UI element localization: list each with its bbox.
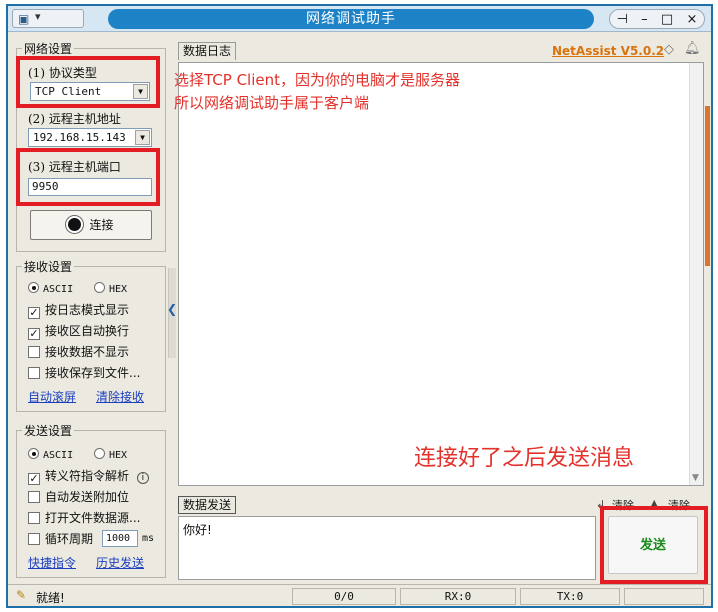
radio-selected-icon	[28, 448, 39, 459]
send-input-area[interactable]: 你好!	[178, 516, 596, 580]
send-option-escape-parse[interactable]: ✓ 转义符指令解析 i	[28, 468, 149, 485]
connect-label: 连接	[89, 218, 114, 232]
app-window: ▣ ▾ 网络调试助手 ⊣ – □ × 网络设置 (1) 协议类型 TCP Cli…	[6, 4, 713, 608]
receive-ascii-radio[interactable]: ASCII	[28, 280, 73, 296]
maximize-icon[interactable]: □	[661, 12, 673, 27]
send-option-label: 打开文件数据源...	[45, 511, 141, 525]
send-option-cycle[interactable]: 循环周期	[28, 531, 93, 547]
radio-selected-icon	[28, 282, 39, 293]
radio-unselected-icon	[94, 448, 105, 459]
annotation-line-2: 所以网络调试助手属于客户端	[174, 94, 370, 112]
send-settings-title: 发送设置	[22, 422, 75, 439]
title-bar: ▣ ▾ 网络调试助手 ⊣ – □ ×	[8, 6, 711, 32]
send-hex-label: HEX	[109, 450, 128, 461]
app-icon: ▣	[18, 12, 30, 26]
receive-option-auto-wrap[interactable]: ✓ 接收区自动换行	[28, 323, 130, 340]
receive-option-label: 接收数据不显示	[45, 345, 130, 359]
info-icon[interactable]: i	[136, 472, 149, 484]
checkbox-unchecked-icon	[28, 367, 40, 379]
scroll-down-icon[interactable]: ▼	[692, 473, 699, 483]
receive-scrollbar[interactable]: ▼	[689, 63, 703, 485]
checkbox-unchecked-icon	[28, 533, 40, 545]
brand-link[interactable]: NetAssist V5.0.2	[552, 44, 664, 58]
receive-option-label: 按日志模式显示	[45, 303, 130, 317]
tab-data-log[interactable]: 数据日志	[178, 42, 237, 60]
checkbox-checked-icon: ✓	[28, 327, 40, 340]
checkbox-checked-icon: ✓	[28, 306, 40, 319]
receive-option-hide-data[interactable]: 接收数据不显示	[28, 344, 129, 360]
checkbox-checked-icon: ✓	[28, 472, 40, 485]
bell-icon[interactable]: 🔔︎	[684, 41, 701, 56]
network-settings-title: 网络设置	[22, 40, 75, 57]
send-option-label: 自动发送附加位	[45, 490, 130, 504]
receive-log-panel[interactable]: ▼	[178, 62, 704, 486]
counter-cell: 0/0	[292, 588, 396, 605]
clear-receive-link[interactable]: 清除接收	[96, 388, 144, 405]
right-edge-bar	[705, 106, 710, 266]
status-icon: ✎	[16, 588, 27, 602]
checkbox-unchecked-icon	[28, 491, 40, 503]
receive-ascii-label: ASCII	[43, 284, 74, 295]
status-bar: ✎ 就绪! 0/0 RX:0 TX:0	[8, 584, 711, 606]
cycle-period-input[interactable]: 1000	[102, 530, 138, 547]
send-button-label: 发送	[639, 538, 666, 553]
radio-unselected-icon	[94, 282, 105, 293]
send-history-link[interactable]: 历史发送	[96, 554, 144, 571]
highlight-protocol	[16, 56, 160, 108]
checkbox-unchecked-icon	[28, 346, 40, 358]
receive-settings-title: 接收设置	[22, 258, 75, 275]
remote-host-value: 192.168.15.143	[33, 131, 126, 144]
send-ascii-label: ASCII	[43, 450, 74, 461]
checkbox-unchecked-icon	[28, 512, 40, 524]
receive-option-log-mode[interactable]: ✓ 按日志模式显示	[28, 302, 130, 319]
status-text: 就绪!	[36, 591, 65, 605]
auto-scroll-link[interactable]: 自动滚屏	[28, 388, 76, 405]
dropdown-arrow-icon[interactable]: ▼	[135, 130, 150, 145]
remote-host-select[interactable]: 192.168.15.143 ▼	[28, 128, 152, 147]
window-controls: ⊣ – □ ×	[609, 9, 705, 29]
collapse-arrow-icon[interactable]: ❮	[167, 302, 177, 316]
annotation-line-1: 选择TCP Client，因为你的电脑才是服务器	[174, 71, 460, 89]
receive-hex-label: HEX	[109, 284, 128, 295]
window-title: 网络调试助手	[108, 9, 594, 29]
system-menu-button[interactable]: ▣ ▾	[12, 9, 84, 28]
send-option-label: 转义符指令解析	[45, 469, 130, 483]
highlight-port	[16, 148, 160, 206]
tab-data-send[interactable]: 数据发送	[178, 496, 237, 514]
send-button[interactable]: 发送	[608, 516, 698, 574]
receive-option-label: 接收区自动换行	[45, 324, 130, 338]
send-hex-radio[interactable]: HEX	[94, 446, 127, 462]
cycle-label: 循环周期	[45, 532, 94, 546]
tx-counter[interactable]: TX:0	[520, 588, 620, 605]
diamond-icon[interactable]: ◇	[664, 42, 674, 57]
minimize-icon[interactable]: –	[641, 12, 648, 27]
shortcut-commands-link[interactable]: 快捷指令	[28, 554, 76, 571]
send-option-append-bits[interactable]: 自动发送附加位	[28, 489, 129, 505]
close-icon[interactable]: ×	[686, 12, 697, 27]
receive-option-save-file[interactable]: 接收保存到文件...	[28, 365, 140, 381]
send-message-text: 你好!	[183, 523, 212, 537]
rx-counter[interactable]: RX:0	[400, 588, 516, 605]
reset-counter-cell[interactable]	[624, 588, 704, 605]
receive-option-label: 接收保存到文件...	[45, 366, 141, 380]
pin-icon[interactable]: ⊣	[617, 12, 628, 27]
receive-hex-radio[interactable]: HEX	[94, 280, 127, 296]
send-ascii-radio[interactable]: ASCII	[28, 446, 73, 462]
cycle-unit: ms	[142, 533, 155, 544]
remote-host-label: (2) 远程主机地址	[28, 112, 121, 126]
send-option-file-source[interactable]: 打开文件数据源...	[28, 510, 140, 526]
connect-indicator-icon	[68, 218, 82, 231]
annotation-line-3: 连接好了之后发送消息	[414, 446, 635, 471]
connect-button[interactable]: 连接	[30, 210, 152, 240]
chevron-down-icon: ▾	[35, 10, 41, 23]
